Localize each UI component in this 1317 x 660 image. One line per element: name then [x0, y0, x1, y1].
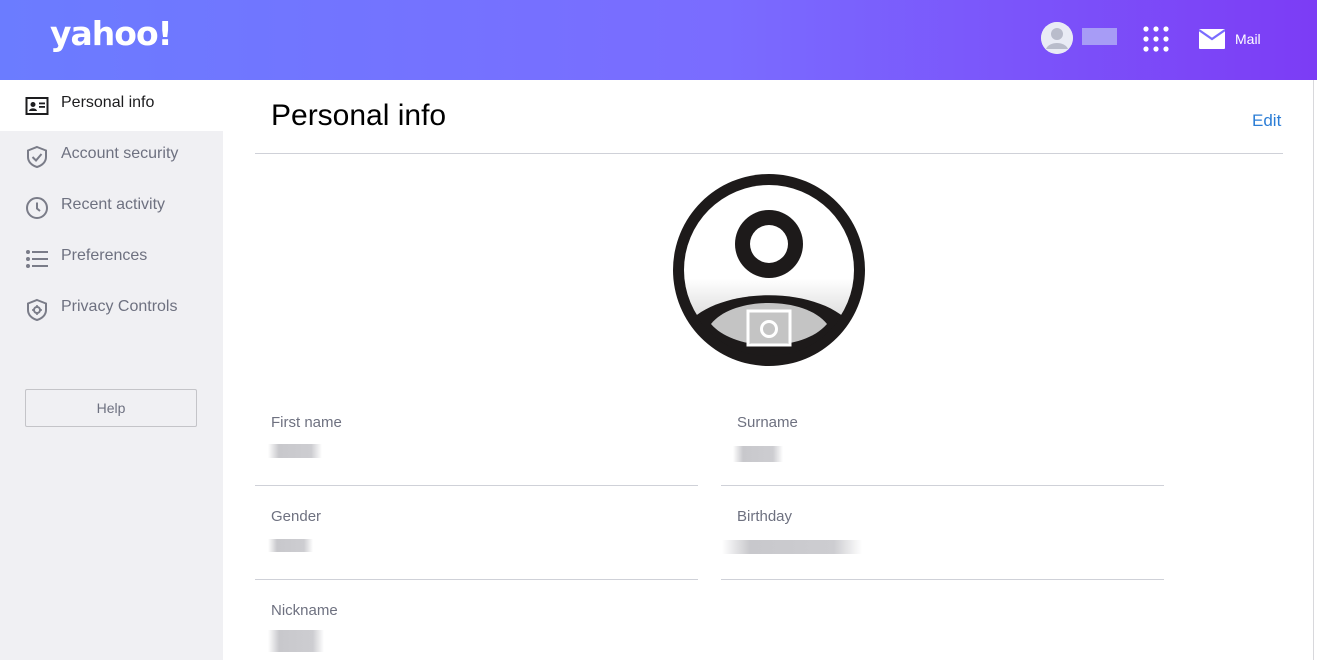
top-bar: yahoo! Mail	[0, 0, 1317, 80]
nickname-value-redacted	[268, 630, 324, 652]
username-redacted[interactable]	[1082, 28, 1117, 45]
sidebar-item-account-security[interactable]: Account security	[0, 131, 223, 182]
mail-link[interactable]: Mail	[1199, 28, 1261, 50]
list-icon	[25, 247, 49, 271]
yahoo-logo[interactable]: yahoo!	[50, 14, 173, 53]
account-avatar[interactable]	[1041, 22, 1073, 54]
birthday-value-redacted	[722, 540, 862, 554]
sidebar-item-label: Account security	[61, 145, 179, 162]
sidebar-item-label: Privacy Controls	[61, 298, 178, 315]
sidebar-item-label: Recent activity	[61, 196, 166, 213]
help-button[interactable]: Help	[25, 389, 197, 427]
sidebar-item-privacy-controls[interactable]: Privacy Controls	[0, 284, 223, 335]
user-icon	[1041, 22, 1073, 54]
sidebar-item-recent-activity[interactable]: Recent activity	[0, 182, 223, 233]
gender-label: Gender	[271, 508, 322, 525]
page-title: Personal info	[271, 99, 447, 132]
field-divider	[721, 485, 1164, 486]
field-divider	[721, 579, 1164, 580]
surname-label: Surname	[737, 414, 798, 431]
field-divider	[255, 579, 698, 580]
sidebar-item-preferences[interactable]: Preferences	[0, 233, 223, 284]
sidebar-item-personal-info[interactable]: Personal info	[0, 80, 223, 131]
mail-icon	[1199, 29, 1225, 49]
birthday-label: Birthday	[737, 508, 793, 525]
shield-check-icon	[25, 145, 49, 169]
clock-icon	[25, 196, 49, 220]
nickname-label: Nickname	[271, 602, 338, 619]
profile-photo[interactable]	[673, 174, 865, 366]
sidebar-item-label: Personal info	[61, 94, 155, 111]
id-card-icon	[25, 94, 49, 118]
first-name-label: First name	[271, 414, 342, 431]
first-name-value-redacted	[268, 444, 322, 458]
sidebar: Personal info Account security Recent ac…	[0, 80, 223, 660]
field-divider	[255, 485, 698, 486]
scrollbar[interactable]	[1313, 80, 1317, 660]
profile-avatar-icon	[673, 174, 865, 366]
sidebar-item-label: Preferences	[61, 247, 148, 264]
title-divider	[255, 153, 1283, 154]
edit-link[interactable]: Edit	[1252, 111, 1281, 131]
apps-grid-icon[interactable]	[1143, 26, 1169, 52]
mail-label: Mail	[1235, 31, 1261, 47]
privacy-shield-icon	[25, 298, 49, 322]
gender-value-redacted	[268, 539, 313, 552]
surname-value-redacted	[733, 446, 783, 462]
